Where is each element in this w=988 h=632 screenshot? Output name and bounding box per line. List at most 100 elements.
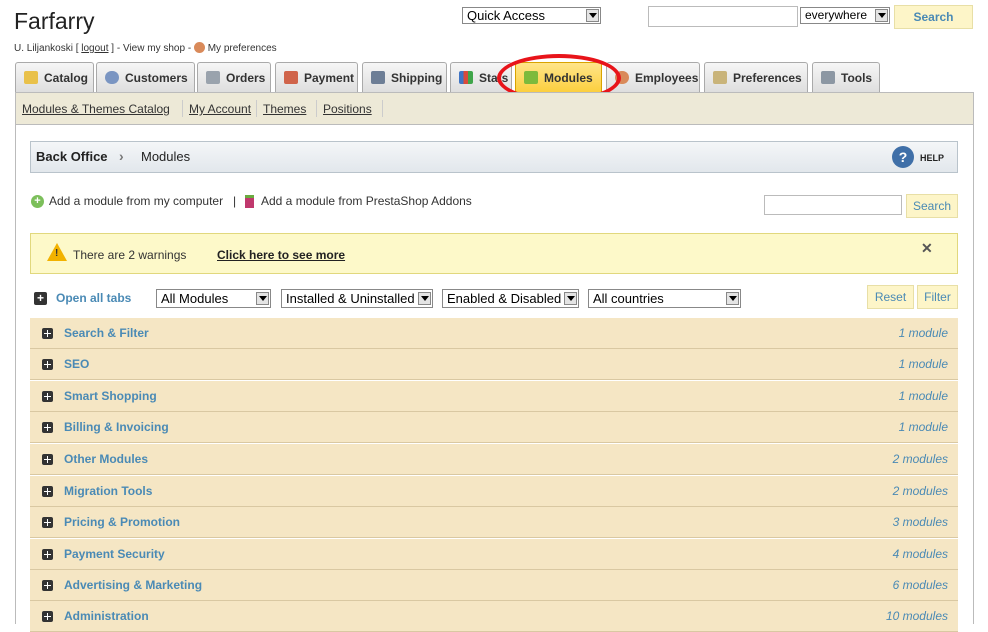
addons-icon [245,195,254,208]
category-count: 1 module [898,326,948,340]
preferences-icon [713,71,727,84]
category-row[interactable]: Search & Filter 1 module [30,318,958,349]
reset-button[interactable]: Reset [867,285,914,309]
category-count: 2 modules [892,452,948,466]
category-row[interactable]: Billing & Invoicing 1 module [30,412,958,443]
shop-title: Farfarry [14,8,95,34]
user-line: U. Liljankoski [ logout ] - View my shop… [14,42,277,54]
expand-icon [42,454,53,465]
tab-preferences[interactable]: Preferences [704,62,808,92]
header-search-input[interactable] [648,6,798,27]
install-status-value: Installed & Uninstalled [286,291,415,306]
category-name: Administration [64,609,149,623]
main-tabs: Catalog Customers Orders Payment Shippin… [15,62,975,93]
help-icon[interactable]: ? [892,146,914,168]
install-status-select[interactable]: Installed & Uninstalled [281,289,433,308]
user-icon [105,71,119,84]
tab-customers[interactable]: Customers [96,62,195,92]
module-search-input[interactable] [764,195,902,215]
tab-shipping[interactable]: Shipping [362,62,447,92]
tab-catalog[interactable]: Catalog [15,62,94,92]
category-count: 1 module [898,420,948,434]
expand-icon [42,611,53,622]
chevron-right-icon: › [119,148,124,164]
wrench-icon [821,71,835,84]
close-icon[interactable]: ✕ [921,240,933,257]
category-row[interactable]: Advertising & Marketing 6 modules [30,570,958,601]
tab-payment[interactable]: Payment [275,62,358,92]
warning-exclamation: ! [55,248,59,259]
category-row[interactable]: SEO 1 module [30,349,958,380]
open-all-tabs-button[interactable]: Open all tabs [56,291,131,305]
expand-icon [42,580,53,591]
add-module-icon: + [31,195,44,208]
tab-orders[interactable]: Orders [197,62,271,92]
expand-icon [42,328,53,339]
action-separator: | [233,194,237,208]
header-search-button[interactable]: Search [894,5,973,29]
enabled-status-select[interactable]: Enabled & Disabled [442,289,579,308]
filter-button[interactable]: Filter [917,285,958,309]
subtab-divider [182,100,183,117]
logout-link[interactable]: logout [81,43,108,54]
category-row[interactable]: Payment Security 4 modules [30,539,958,570]
card-icon [284,71,298,84]
chevron-down-icon [586,9,599,22]
subtab-divider [316,100,317,117]
my-preferences-link[interactable]: My preferences [208,43,277,54]
category-row[interactable]: Migration Tools 2 modules [30,476,958,507]
category-row[interactable]: Other Modules 2 modules [30,444,958,475]
module-type-select[interactable]: All Modules [156,289,271,308]
view-shop-link[interactable]: View my shop [123,43,185,54]
category-row[interactable]: Administration 10 modules [30,601,958,632]
subtab-modules-themes-catalog[interactable]: Modules & Themes Catalog [22,102,170,116]
user-name: U. Liljankoski [14,43,73,54]
search-scope-select[interactable]: everywhere [800,7,890,24]
breadcrumb: Back Office › Modules ? HELP [30,141,958,173]
filter-bar: + Open all tabs All Modules Installed & … [30,285,958,311]
country-value: All countries [593,291,664,306]
expand-icon [42,359,53,370]
module-type-value: All Modules [161,291,229,306]
category-name: Other Modules [64,452,149,466]
expand-icon [42,549,53,560]
category-name: SEO [64,357,90,371]
sub-tabs: Modules & Themes Catalog My Account Them… [15,92,974,125]
expand-icon [42,391,53,402]
cart-icon [206,71,220,84]
category-name: Smart Shopping [64,389,157,403]
subtab-themes[interactable]: Themes [263,102,306,116]
category-row[interactable]: Smart Shopping 1 module [30,381,958,412]
quick-access-value: Quick Access [467,8,546,23]
category-name: Billing & Invoicing [64,420,169,434]
country-select[interactable]: All countries [588,289,741,308]
category-row[interactable]: Pricing & Promotion 3 modules [30,507,958,538]
add-module-addons-link[interactable]: Add a module from PrestaShop Addons [261,194,472,208]
breadcrumb-current: Modules [141,149,191,164]
search-scope-value: everywhere [805,8,868,22]
plus-icon: + [34,292,47,305]
breadcrumb-root[interactable]: Back Office [36,149,108,164]
category-count: 2 modules [892,484,948,498]
chevron-down-icon [875,9,888,22]
warning-more-link[interactable]: Click here to see more [217,248,345,262]
expand-icon [42,422,53,433]
category-count: 1 module [898,357,948,371]
folder-icon [24,71,38,84]
help-label[interactable]: HELP [920,153,944,163]
expand-icon [42,486,53,497]
expand-icon [42,517,53,528]
warning-box: ! There are 2 warnings Click here to see… [30,233,958,274]
subtab-positions[interactable]: Positions [323,102,372,116]
subtab-my-account[interactable]: My Account [189,102,251,116]
quick-access-select[interactable]: Quick Access [462,7,601,24]
truck-icon [371,71,385,84]
module-search-button[interactable]: Search [906,194,958,218]
tab-tools[interactable]: Tools [812,62,880,92]
warning-text: There are 2 warnings [73,248,187,262]
subtab-divider [382,100,383,117]
category-count: 10 modules [885,609,948,623]
enabled-status-value: Enabled & Disabled [447,291,562,306]
add-module-computer-link[interactable]: Add a module from my computer [49,194,223,208]
category-name: Advertising & Marketing [64,578,203,592]
